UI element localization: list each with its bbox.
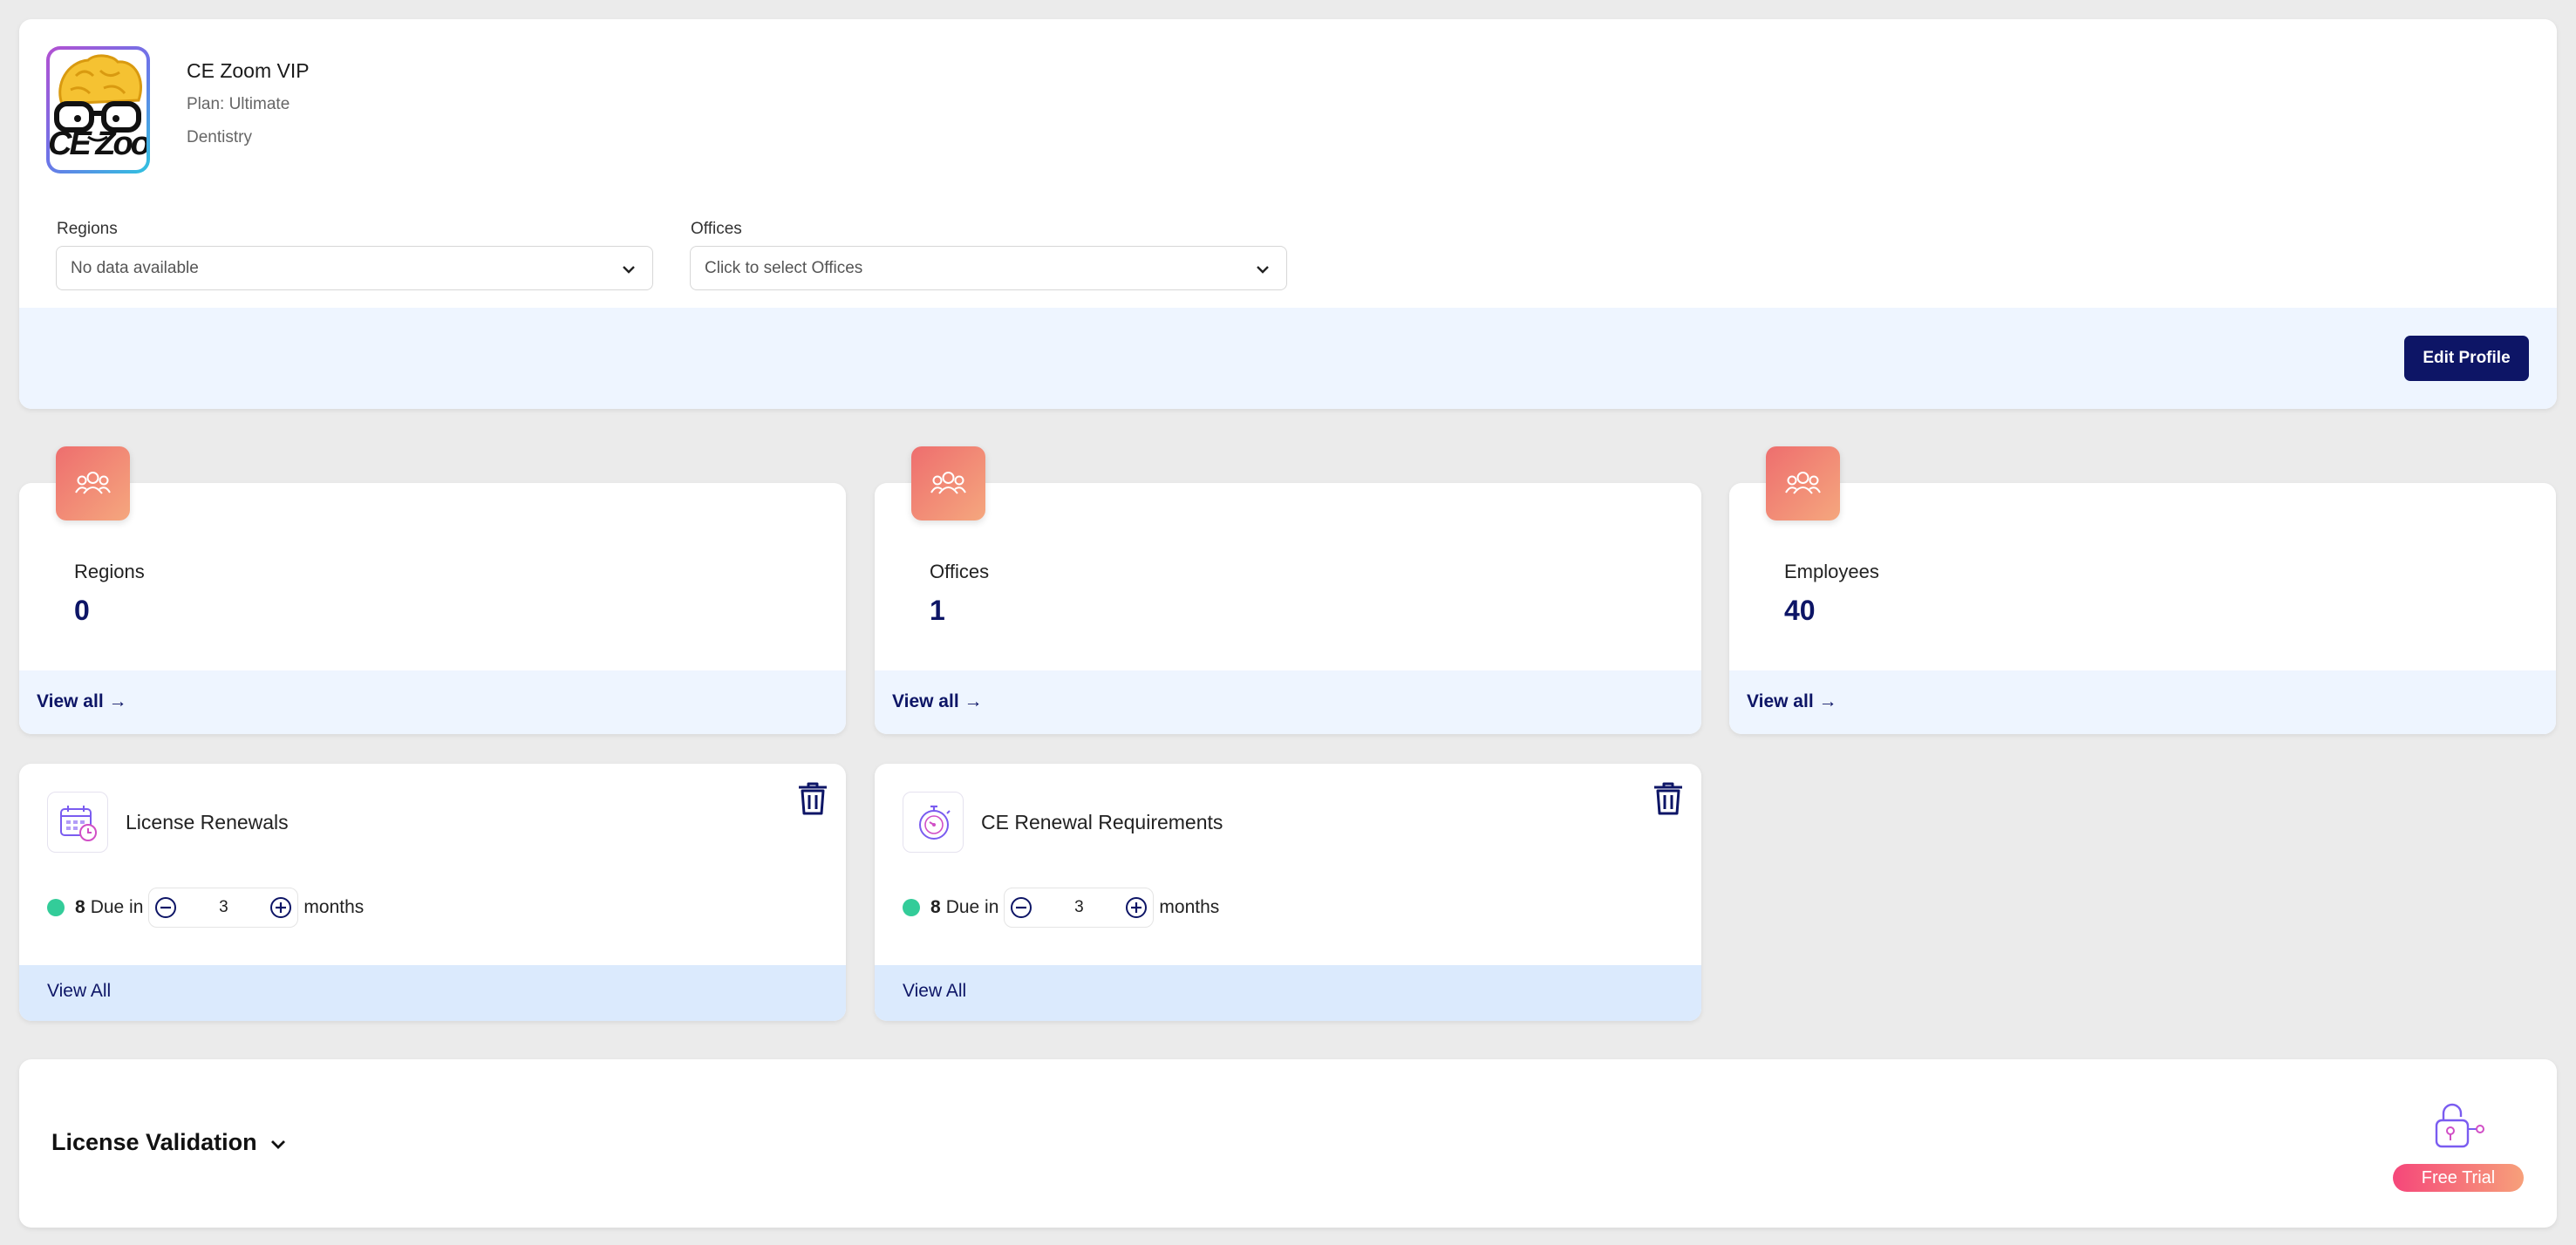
stat-card-employees: Employees 40 View all → [1729, 446, 2556, 734]
months-stepper: 3 [1004, 888, 1155, 928]
stat-card-footer: View all → [19, 670, 846, 734]
stat-value: 40 [1784, 595, 1816, 626]
regions-select-value: No data available [71, 258, 199, 277]
renewal-title: CE Renewal Requirements [981, 811, 1223, 833]
lock-key-icon [2435, 1103, 2484, 1148]
status-dot [47, 899, 65, 916]
org-logo: CE Zoon [46, 46, 150, 173]
chevron-down-icon[interactable] [269, 1134, 288, 1153]
stat-icon-box [1766, 446, 1840, 520]
stat-icon-box [911, 446, 985, 520]
months-unit: months [1159, 897, 1220, 917]
users-group-icon [75, 472, 111, 494]
ce-renewal-requirements-card: CE Renewal Requirements 8 Due in 3 month… [875, 764, 1701, 1021]
stopwatch-icon [919, 805, 951, 840]
minus-circle-icon[interactable] [1010, 896, 1032, 919]
months-unit: months [303, 897, 365, 917]
view-all-offices-link[interactable]: View all → [892, 691, 983, 712]
status-dot [903, 899, 920, 916]
calendar-clock-icon [60, 806, 97, 841]
view-all-employees-link[interactable]: View all → [1747, 691, 1837, 712]
license-validation-card: License Validation Free Trial [19, 1059, 2557, 1228]
free-trial-badge[interactable]: Free Trial [2393, 1164, 2524, 1192]
renewal-icon-box [47, 792, 108, 853]
stat-label: Regions [74, 561, 145, 582]
months-stepper: 3 [148, 888, 299, 928]
profile-footer: Edit Profile [19, 308, 2557, 409]
stat-card-offices: Offices 1 View all → [875, 446, 1701, 734]
months-value[interactable]: 3 [1074, 898, 1084, 917]
stat-value: 1 [930, 595, 945, 626]
trash-icon[interactable] [797, 781, 828, 816]
renewal-icon-box [903, 792, 964, 853]
due-row: 8 Due in 3 months [903, 888, 1219, 928]
profile-card: CE Zoon CE Zoom VIP Plan: Ultimate Denti… [19, 19, 2557, 409]
users-group-icon [930, 472, 966, 494]
chevron-down-icon [1257, 266, 1269, 274]
plus-circle-icon[interactable] [269, 896, 292, 919]
due-count: 8 [930, 897, 941, 917]
stat-card-footer: View all → [1729, 670, 2556, 734]
chevron-down-icon [623, 266, 635, 274]
trash-icon[interactable] [1653, 781, 1684, 816]
view-all-ce-requirements-link[interactable]: View All [903, 981, 966, 1002]
stat-card-regions: Regions 0 View all → [19, 446, 846, 734]
view-all-regions-link[interactable]: View all → [37, 691, 127, 712]
renewal-title: License Renewals [126, 811, 289, 833]
months-value[interactable]: 3 [219, 898, 228, 917]
organization-plan: Plan: Ultimate [187, 95, 290, 113]
regions-label: Regions [57, 220, 118, 238]
users-group-icon [1785, 472, 1821, 494]
stat-label: Employees [1784, 561, 1879, 582]
due-text: Due in [90, 897, 144, 917]
minus-circle-icon[interactable] [154, 896, 177, 919]
offices-select[interactable]: Click to select Offices [690, 246, 1287, 290]
regions-select[interactable]: No data available [56, 246, 653, 290]
stat-label: Offices [930, 561, 990, 582]
edit-profile-button[interactable]: Edit Profile [2404, 336, 2529, 381]
organization-specialty: Dentistry [187, 128, 252, 146]
offices-select-placeholder: Click to select Offices [705, 258, 863, 277]
stat-value: 0 [74, 595, 90, 626]
license-validation-title[interactable]: License Validation [51, 1129, 257, 1156]
due-row: 8 Due in 3 months [47, 888, 364, 928]
plus-circle-icon[interactable] [1125, 896, 1148, 919]
renewal-footer[interactable]: View All [875, 965, 1701, 1021]
due-text: Due in [945, 897, 999, 917]
offices-label: Offices [691, 220, 742, 238]
stat-icon-box [56, 446, 130, 520]
logo-wordmark: CE Zoon [50, 126, 147, 162]
renewal-footer[interactable]: View All [19, 965, 846, 1021]
view-all-license-renewals-link[interactable]: View All [47, 981, 111, 1002]
license-renewals-card: License Renewals 8 Due in 3 months View … [19, 764, 846, 1021]
organization-name: CE Zoom VIP [187, 59, 310, 82]
stat-card-footer: View all → [875, 670, 1701, 734]
due-count: 8 [75, 897, 85, 917]
